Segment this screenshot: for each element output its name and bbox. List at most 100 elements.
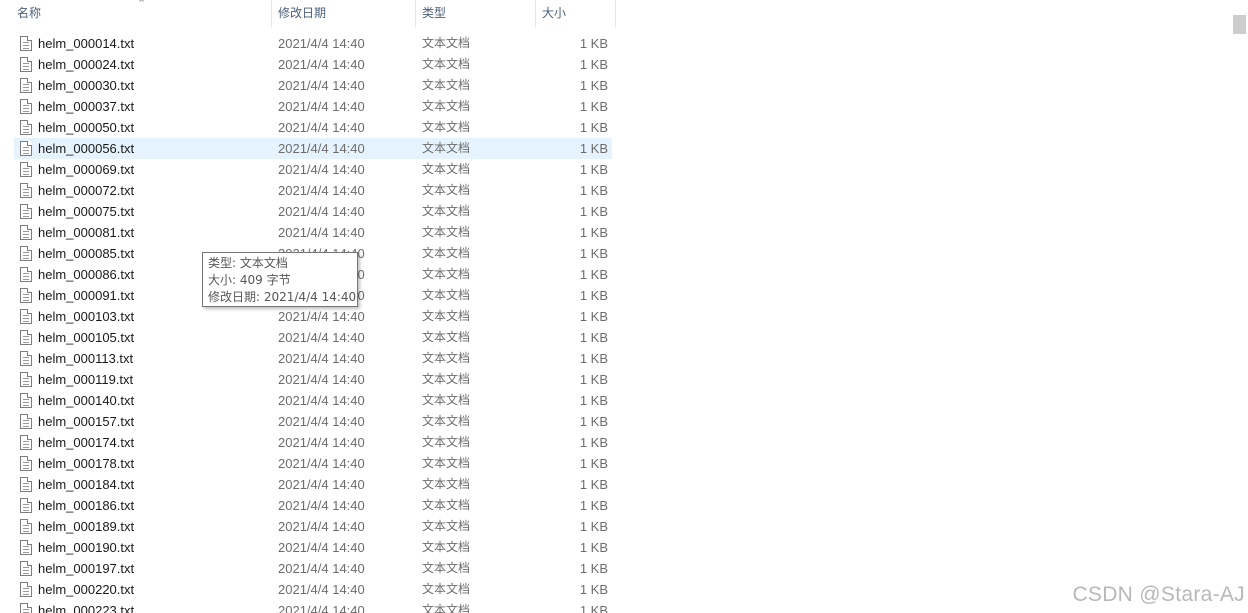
file-row[interactable]: helm_000220.txt 2021/4/4 14:40 文本文档 1 KB — [14, 579, 612, 600]
scrollbar-thumb[interactable] — [1233, 15, 1246, 34]
file-type: 文本文档 — [422, 57, 471, 71]
file-name[interactable]: helm_000190.txt — [38, 537, 268, 558]
file-name[interactable]: helm_000014.txt — [38, 33, 268, 54]
file-type: 文本文档 — [422, 540, 471, 554]
file-name[interactable]: helm_000030.txt — [38, 75, 268, 96]
file-row[interactable]: helm_000140.txt 2021/4/4 14:40 文本文档 1 KB — [14, 390, 612, 411]
file-info-tooltip: 类型: 文本文档 大小: 409 字节 修改日期: 2021/4/4 14:40 — [202, 252, 358, 307]
column-header-type[interactable]: 类型 — [416, 0, 535, 27]
file-row[interactable]: helm_000081.txt 2021/4/4 14:40 文本文档 1 KB — [14, 222, 612, 243]
file-row[interactable]: helm_000113.txt 2021/4/4 14:40 文本文档 1 KB — [14, 348, 612, 369]
file-size: 1 KB — [579, 183, 608, 198]
file-type: 文本文档 — [422, 225, 471, 239]
file-size: 1 KB — [579, 372, 608, 387]
column-header-date[interactable]: 修改日期 — [272, 0, 415, 27]
file-size: 1 KB — [579, 204, 608, 219]
file-row[interactable]: helm_000174.txt 2021/4/4 14:40 文本文档 1 KB — [14, 432, 612, 453]
file-row[interactable]: helm_000105.txt 2021/4/4 14:40 文本文档 1 KB — [14, 327, 612, 348]
file-row[interactable]: helm_000186.txt 2021/4/4 14:40 文本文档 1 KB — [14, 495, 612, 516]
text-file-icon — [20, 162, 32, 177]
file-size: 1 KB — [579, 330, 608, 345]
file-name[interactable]: helm_000220.txt — [38, 579, 268, 600]
column-divider[interactable] — [615, 0, 616, 27]
file-size: 1 KB — [579, 435, 608, 450]
file-type: 文本文档 — [422, 435, 471, 449]
file-row[interactable]: helm_000119.txt 2021/4/4 14:40 文本文档 1 KB — [14, 369, 612, 390]
text-file-icon — [20, 288, 32, 303]
file-size: 1 KB — [579, 78, 608, 93]
file-name[interactable]: helm_000223.txt — [38, 600, 268, 613]
text-file-icon — [20, 519, 32, 534]
file-modified-date: 2021/4/4 14:40 — [278, 36, 365, 51]
file-row[interactable]: helm_000037.txt 2021/4/4 14:40 文本文档 1 KB — [14, 96, 612, 117]
file-row[interactable]: helm_000178.txt 2021/4/4 14:40 文本文档 1 KB — [14, 453, 612, 474]
file-size: 1 KB — [579, 498, 608, 513]
file-modified-date: 2021/4/4 14:40 — [278, 204, 365, 219]
file-row[interactable]: helm_000223.txt 2021/4/4 14:40 文本文档 1 KB — [14, 600, 612, 613]
file-name[interactable]: helm_000186.txt — [38, 495, 268, 516]
file-modified-date: 2021/4/4 14:40 — [278, 582, 365, 597]
file-name[interactable]: helm_000178.txt — [38, 453, 268, 474]
file-name[interactable]: helm_000119.txt — [38, 369, 268, 390]
file-name[interactable]: helm_000072.txt — [38, 180, 268, 201]
file-name[interactable]: helm_000105.txt — [38, 327, 268, 348]
file-type: 文本文档 — [422, 372, 471, 386]
text-file-icon — [20, 225, 32, 240]
file-row[interactable]: helm_000103.txt 2021/4/4 14:40 文本文档 1 KB — [14, 306, 612, 327]
file-row[interactable]: helm_000075.txt 2021/4/4 14:40 文本文档 1 KB — [14, 201, 612, 222]
file-name[interactable]: helm_000081.txt — [38, 222, 268, 243]
file-size: 1 KB — [579, 246, 608, 261]
file-type: 文本文档 — [422, 393, 471, 407]
file-row[interactable]: helm_000072.txt 2021/4/4 14:40 文本文档 1 KB — [14, 180, 612, 201]
file-modified-date: 2021/4/4 14:40 — [278, 309, 365, 324]
file-name[interactable]: helm_000024.txt — [38, 54, 268, 75]
text-file-icon — [20, 582, 32, 597]
file-name[interactable]: helm_000174.txt — [38, 432, 268, 453]
file-row[interactable]: helm_000184.txt 2021/4/4 14:40 文本文档 1 KB — [14, 474, 612, 495]
file-size: 1 KB — [579, 603, 608, 613]
file-type: 文本文档 — [422, 477, 471, 491]
file-row[interactable]: helm_000050.txt 2021/4/4 14:40 文本文档 1 KB — [14, 117, 612, 138]
file-name[interactable]: helm_000075.txt — [38, 201, 268, 222]
file-type: 文本文档 — [422, 204, 471, 218]
file-type: 文本文档 — [422, 162, 471, 176]
file-row[interactable]: helm_000056.txt 2021/4/4 14:40 文本文档 1 KB — [14, 138, 612, 159]
file-row[interactable]: helm_000014.txt 2021/4/4 14:40 文本文档 1 KB — [14, 33, 612, 54]
column-header-size[interactable]: 大小 — [536, 0, 615, 27]
file-row[interactable]: helm_000197.txt 2021/4/4 14:40 文本文档 1 KB — [14, 558, 612, 579]
file-size: 1 KB — [579, 288, 608, 303]
file-name[interactable]: helm_000069.txt — [38, 159, 268, 180]
vertical-scrollbar[interactable] — [1231, 0, 1248, 613]
file-row[interactable]: helm_000189.txt 2021/4/4 14:40 文本文档 1 KB — [14, 516, 612, 537]
file-modified-date: 2021/4/4 14:40 — [278, 477, 365, 492]
file-name[interactable]: helm_000184.txt — [38, 474, 268, 495]
file-name[interactable]: helm_000037.txt — [38, 96, 268, 117]
file-name[interactable]: helm_000140.txt — [38, 390, 268, 411]
text-file-icon — [20, 477, 32, 492]
file-type: 文本文档 — [422, 36, 471, 50]
text-file-icon — [20, 372, 32, 387]
file-modified-date: 2021/4/4 14:40 — [278, 225, 365, 240]
file-name[interactable]: helm_000157.txt — [38, 411, 268, 432]
file-row[interactable]: helm_000069.txt 2021/4/4 14:40 文本文档 1 KB — [14, 159, 612, 180]
text-file-icon — [20, 141, 32, 156]
file-row[interactable]: helm_000030.txt 2021/4/4 14:40 文本文档 1 KB — [14, 75, 612, 96]
file-name[interactable]: helm_000197.txt — [38, 558, 268, 579]
file-modified-date: 2021/4/4 14:40 — [278, 456, 365, 471]
file-name[interactable]: helm_000056.txt — [38, 138, 268, 159]
text-file-icon — [20, 309, 32, 324]
text-file-icon — [20, 561, 32, 576]
file-type: 文本文档 — [422, 603, 471, 613]
file-row[interactable]: helm_000024.txt 2021/4/4 14:40 文本文档 1 KB — [14, 54, 612, 75]
text-file-icon — [20, 414, 32, 429]
file-name[interactable]: helm_000050.txt — [38, 117, 268, 138]
file-type: 文本文档 — [422, 582, 471, 596]
file-row[interactable]: helm_000190.txt 2021/4/4 14:40 文本文档 1 KB — [14, 537, 612, 558]
file-name[interactable]: helm_000113.txt — [38, 348, 268, 369]
file-name[interactable]: helm_000189.txt — [38, 516, 268, 537]
file-row[interactable]: helm_000157.txt 2021/4/4 14:40 文本文档 1 KB — [14, 411, 612, 432]
file-size: 1 KB — [579, 141, 608, 156]
file-modified-date: 2021/4/4 14:40 — [278, 498, 365, 513]
file-name[interactable]: helm_000103.txt — [38, 306, 268, 327]
file-modified-date: 2021/4/4 14:40 — [278, 372, 365, 387]
